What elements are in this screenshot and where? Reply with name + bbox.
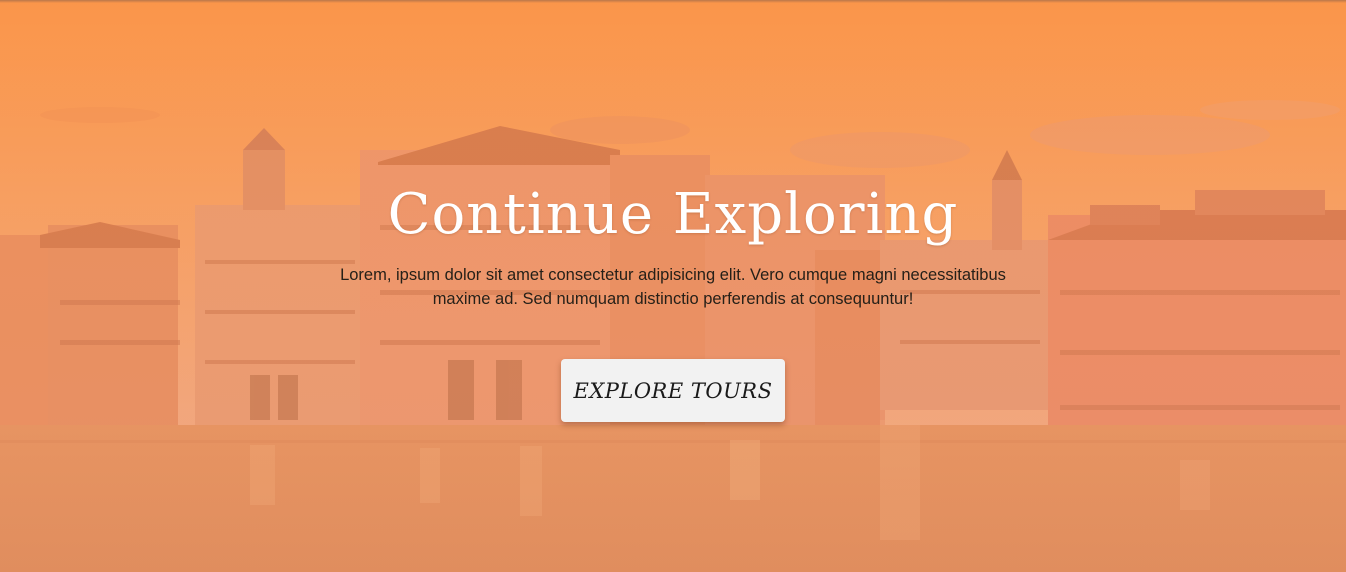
hero-section: Continue Exploring Lorem, ipsum dolor si… <box>0 0 1346 572</box>
hero-description: Lorem, ipsum dolor sit amet consectetur … <box>340 266 1006 308</box>
hero-title: Continue Exploring <box>387 182 959 247</box>
hero-content: Continue Exploring Lorem, ipsum dolor si… <box>0 0 1346 572</box>
explore-tours-button[interactable]: EXPLORE TOURS <box>561 359 785 422</box>
